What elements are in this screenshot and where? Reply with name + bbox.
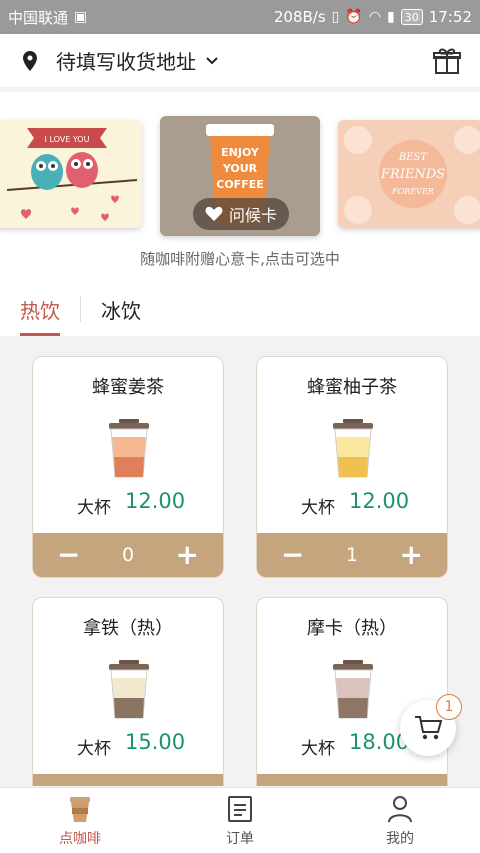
signal-icon: ▮ — [387, 9, 395, 25]
cart-icon — [415, 716, 443, 740]
product-size: 大杯 — [301, 498, 335, 518]
bottom-nav: 点咖啡 订单 我的 — [0, 787, 480, 853]
nav-label: 点咖啡 — [59, 830, 101, 847]
nav-profile[interactable]: 我的 — [320, 788, 480, 853]
clock: 17:52 — [428, 8, 472, 26]
card-center-line-2: YOUR — [222, 162, 258, 175]
card-best-friends[interactable]: BEST FRIENDS FOREVER — [338, 120, 480, 228]
decrease-button[interactable]: − — [281, 541, 304, 569]
alarm-icon: ⏰ — [345, 9, 363, 25]
tab-divider — [80, 296, 81, 322]
card-owls[interactable]: I LOVE YOU — [0, 120, 142, 228]
vibrate-icon: ▯ — [331, 9, 340, 25]
product-price: 12.00 — [125, 489, 186, 513]
quantity-stepper: − + — [257, 774, 447, 786]
coffee-cup-icon — [70, 796, 90, 822]
tab-cold-drinks[interactable]: 冰饮 — [101, 282, 141, 336]
product-name: 摩卡（热） — [307, 618, 397, 639]
product-size: 大杯 — [77, 498, 111, 518]
card-right-line-2: FRIENDS — [380, 167, 445, 182]
carrier-label: 中国联通 — [8, 8, 69, 27]
floral-illustration: BEST FRIENDS FOREVER — [344, 126, 480, 224]
decrease-button[interactable]: − — [57, 541, 80, 569]
card-left-text: I LOVE YOU — [45, 135, 90, 144]
product-card[interactable]: 蜂蜜柚子茶 大杯 12.00 − 1 + — [256, 356, 448, 578]
owls-illustration: I LOVE YOU — [6, 128, 138, 221]
card-right-line-3: FOREVER — [391, 187, 434, 196]
quantity-stepper: − + — [33, 774, 223, 786]
address-header: 待填写收货地址 — [0, 34, 480, 88]
increase-button[interactable]: + — [176, 782, 199, 787]
cards-hint: 随咖啡附赠心意卡,点击可选中 — [140, 250, 340, 268]
product-price: 15.00 — [125, 730, 186, 754]
chevron-down-icon[interactable] — [204, 53, 220, 69]
decrease-button[interactable]: − — [57, 782, 80, 787]
product-card[interactable]: 摩卡（热） 大杯 18.00 − + — [256, 597, 448, 786]
quantity-stepper: − 1 + — [257, 533, 447, 577]
address-selector[interactable]: 待填写收货地址 — [56, 46, 196, 75]
location-pin-icon — [23, 50, 37, 71]
cart-button[interactable]: 1 — [400, 694, 462, 756]
quantity-value: 1 — [345, 544, 359, 566]
status-bar: 中国联通 ▣ 208B/s ▯ ⏰ ◠ ▮ 30 17:52 — [0, 0, 480, 34]
message-icon: ▣ — [74, 9, 88, 25]
quantity-stepper: − 0 + — [33, 533, 223, 577]
card-enjoy-coffee[interactable]: ENJOY YOUR COFFEE 问候卡 — [160, 116, 320, 236]
card-center-line-3: COFFEE — [216, 178, 263, 191]
battery-level: 30 — [404, 10, 419, 24]
nav-label: 订单 — [226, 830, 254, 847]
nav-orders[interactable]: 订单 — [160, 788, 320, 853]
card-right-line-1: BEST — [398, 152, 428, 163]
user-icon — [388, 795, 412, 822]
increase-button[interactable]: + — [400, 782, 423, 787]
greeting-card-label: 问候卡 — [229, 206, 278, 225]
quantity-value: 0 — [121, 544, 135, 566]
tab-hot-drinks[interactable]: 热饮 — [20, 282, 60, 336]
battery-icon: 30 — [400, 9, 423, 25]
cup-icon — [109, 419, 149, 478]
increase-button[interactable]: + — [176, 541, 199, 569]
wifi-icon: ◠ — [368, 9, 382, 25]
cup-icon — [333, 419, 373, 478]
product-size: 大杯 — [301, 739, 335, 759]
document-icon — [228, 795, 252, 822]
cart-count-badge: 1 — [436, 694, 462, 720]
cup-icon — [109, 660, 149, 719]
nav-label: 我的 — [386, 830, 414, 847]
increase-button[interactable]: + — [400, 541, 423, 569]
gift-icon[interactable] — [432, 46, 462, 76]
product-name: 蜂蜜柚子茶 — [307, 377, 397, 398]
greeting-cards-carousel: I LOVE YOU ENJOY YOUR COFFEE 问候卡 BEST FR… — [0, 92, 480, 282]
network-speed: 208B/s — [273, 8, 326, 26]
product-name: 拿铁（热） — [83, 618, 173, 639]
heart-icon — [205, 206, 223, 221]
greeting-card-button[interactable]: 问候卡 — [193, 198, 290, 230]
cup-icon — [333, 660, 373, 719]
product-price: 12.00 — [349, 489, 410, 513]
card-center-line-1: ENJOY — [221, 146, 260, 159]
product-card[interactable]: 拿铁（热） 大杯 15.00 − + — [32, 597, 224, 786]
decrease-button[interactable]: − — [281, 782, 304, 787]
product-size: 大杯 — [77, 739, 111, 759]
nav-order-coffee[interactable]: 点咖啡 — [0, 788, 160, 853]
product-name: 蜂蜜姜茶 — [92, 377, 164, 398]
drink-tabs: 热饮 冰饮 — [0, 282, 480, 336]
product-card[interactable]: 蜂蜜姜茶 大杯 12.00 − 0 + — [32, 356, 224, 578]
